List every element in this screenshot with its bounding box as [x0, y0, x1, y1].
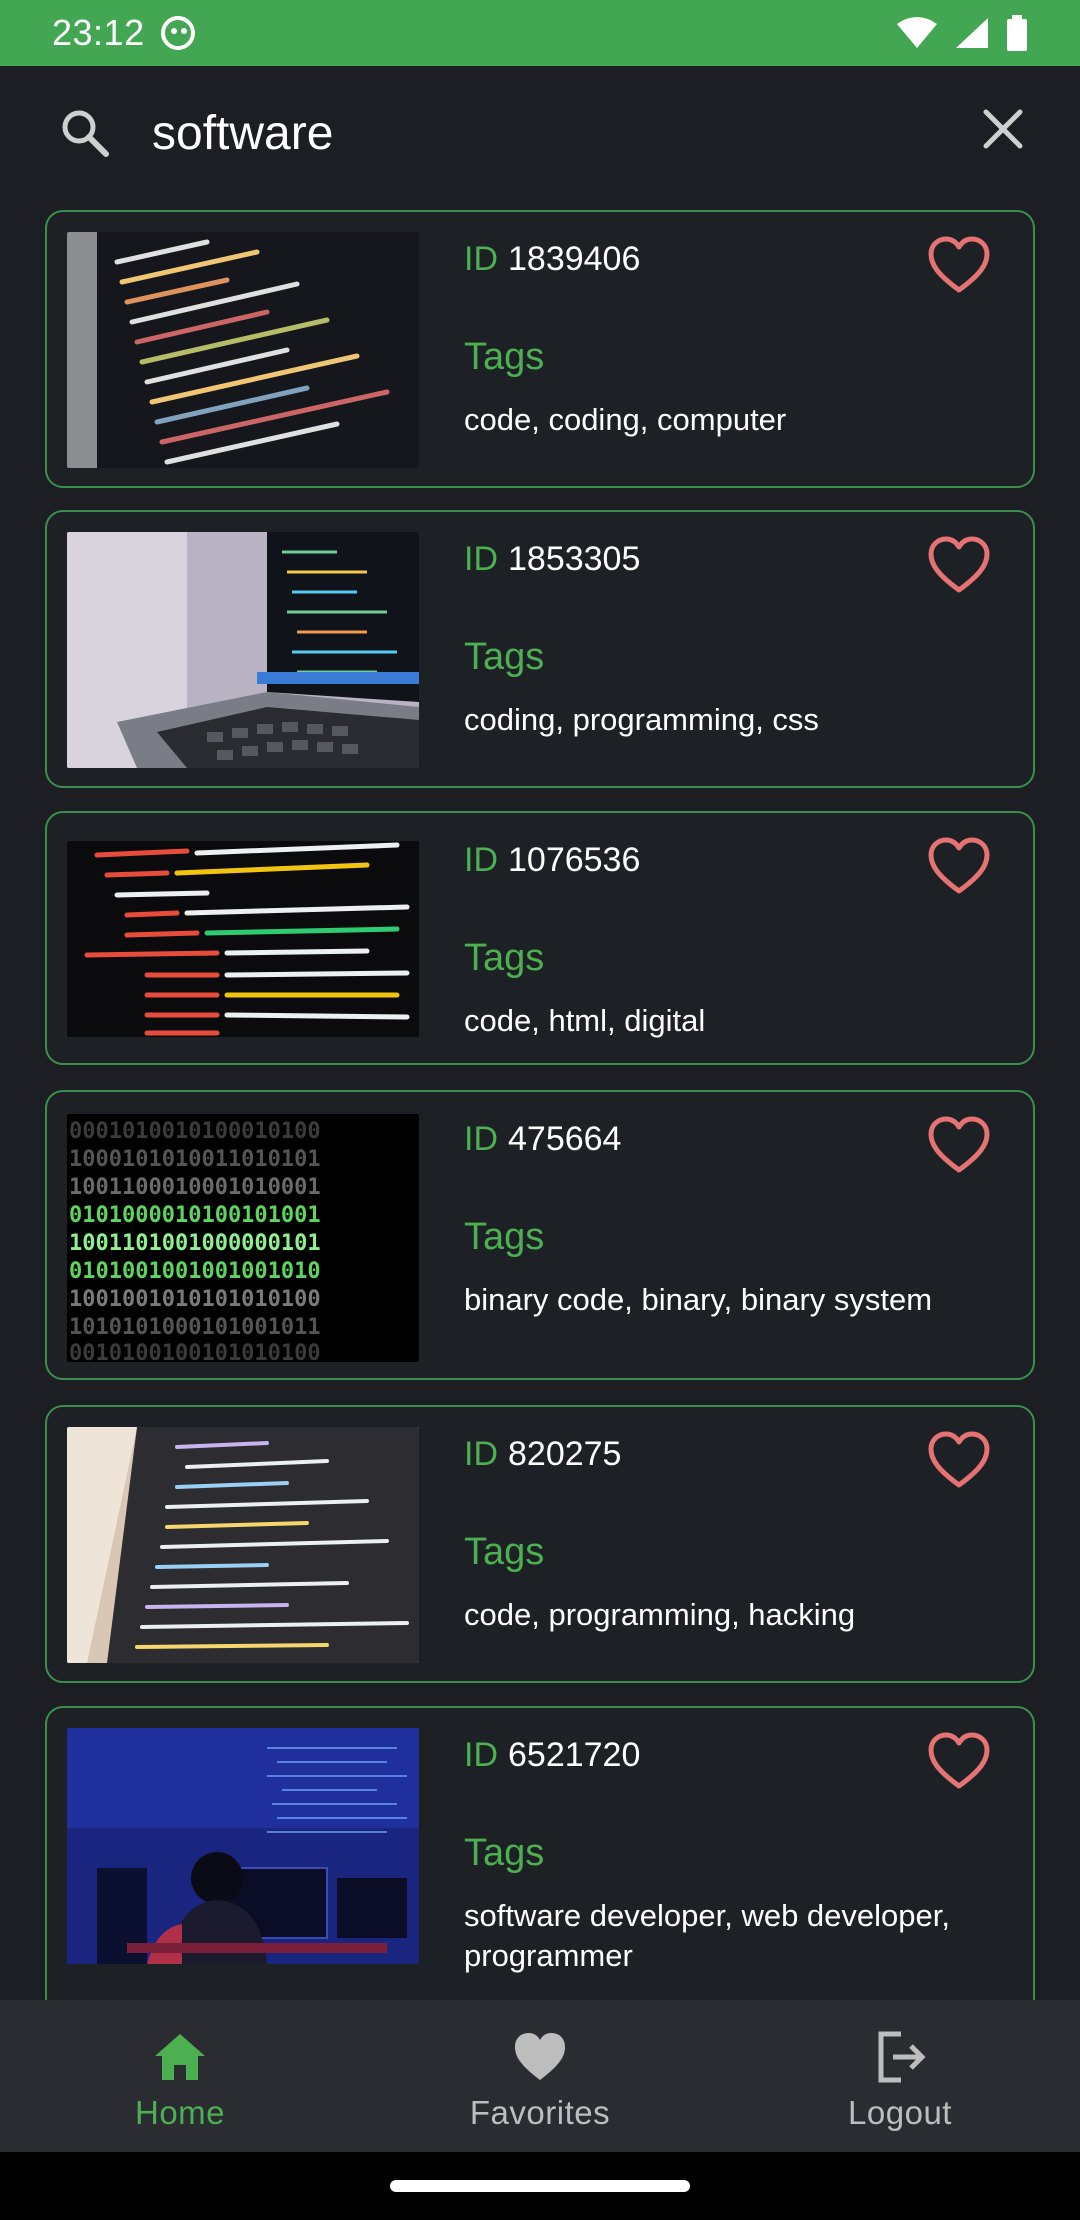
id-value: 475664 — [508, 1120, 622, 1158]
favorite-heart-icon[interactable] — [927, 837, 991, 895]
result-card[interactable]: ID 1839406 Tags code, coding, computer — [45, 210, 1035, 488]
search-icon[interactable] — [58, 106, 112, 160]
thumbnail-image — [67, 1728, 419, 1964]
app-notification-icon — [160, 16, 195, 50]
id-row: ID 1076536 — [464, 841, 640, 880]
svg-text:1001101001000000101: 1001101001000000101 — [69, 1231, 321, 1256]
tags-value: coding, programming, css — [464, 702, 819, 737]
tags-value: software developer, web developer, progr… — [464, 1898, 950, 1973]
heart-icon — [515, 2033, 565, 2080]
search-input[interactable] — [152, 102, 932, 164]
tags-label: Tags — [464, 1531, 545, 1573]
battery-icon — [1007, 15, 1027, 51]
nav-item-logout[interactable]: Logout — [720, 2000, 1080, 2152]
thumbnail-image — [67, 1427, 419, 1663]
tags-label: Tags — [464, 636, 545, 678]
logout-icon — [878, 2031, 926, 2083]
favorite-heart-icon[interactable] — [927, 1732, 991, 1790]
id-value: 1839406 — [508, 240, 641, 278]
id-label: ID — [464, 1736, 498, 1774]
status-bar: 23:12 — [0, 0, 1080, 66]
result-card[interactable]: ID 1076536 Tags code, html, digital — [45, 811, 1035, 1065]
nav-label-logout: Logout — [848, 2094, 952, 2131]
result-card[interactable]: ID 1853305 Tags coding, programming, css — [45, 510, 1035, 788]
result-card[interactable]: 0001010010100010100 1000101010011010101 … — [45, 1090, 1035, 1380]
id-value: 1076536 — [508, 841, 641, 879]
thumbnail-image — [67, 532, 419, 768]
nav-item-home[interactable]: Home — [0, 2000, 360, 2152]
thumbnail-image — [67, 232, 419, 468]
home-icon — [155, 2034, 205, 2080]
id-value: 6521720 — [508, 1736, 641, 1774]
id-row: ID 820275 — [464, 1435, 621, 1474]
nav-item-favorites[interactable]: Favorites — [360, 2000, 720, 2152]
svg-text:1000101010011010101: 1000101010011010101 — [69, 1147, 321, 1172]
status-time: 23:12 — [52, 12, 145, 53]
system-gesture-bar — [0, 2152, 1080, 2220]
wifi-icon — [897, 17, 937, 48]
favorite-heart-icon[interactable] — [927, 1116, 991, 1174]
svg-text:0101000010100101001: 0101000010100101001 — [69, 1203, 321, 1228]
nav-label-favorites: Favorites — [469, 2094, 611, 2131]
result-list[interactable]: ID 1839406 Tags code, coding, computer I… — [0, 198, 1080, 2000]
id-row: ID 6521720 — [464, 1736, 640, 1775]
thumbnail-image: 0001010010100010100 1000101010011010101 … — [67, 1114, 419, 1362]
tags-label: Tags — [464, 937, 545, 979]
id-row: ID 1839406 — [464, 240, 640, 279]
favorite-heart-icon[interactable] — [927, 236, 991, 294]
id-row: ID 475664 — [464, 1120, 621, 1159]
tags-value: binary code, binary, binary system — [464, 1282, 933, 1317]
id-label: ID — [464, 540, 498, 578]
bottom-navigation: Home Favorites Logout — [0, 2000, 1080, 2152]
favorite-heart-icon[interactable] — [927, 536, 991, 594]
result-card[interactable]: ID 820275 Tags code, programming, hacking — [45, 1405, 1035, 1683]
close-icon[interactable] — [978, 104, 1028, 154]
home-gesture-handle[interactable] — [390, 2180, 690, 2192]
svg-text:1010101000101001011: 1010101000101001011 — [69, 1315, 321, 1340]
svg-text:0001010010100010100: 0001010010100010100 — [69, 1119, 321, 1144]
id-label: ID — [464, 1120, 498, 1158]
cellular-signal-icon — [956, 18, 988, 48]
thumbnail-image — [67, 841, 419, 1037]
id-value: 1853305 — [508, 540, 641, 578]
id-label: ID — [464, 240, 498, 278]
id-row: ID 1853305 — [464, 540, 640, 579]
tags-label: Tags — [464, 336, 545, 378]
id-label: ID — [464, 841, 498, 879]
svg-text:1001100010001010001: 1001100010001010001 — [69, 1175, 321, 1200]
id-value: 820275 — [508, 1435, 622, 1473]
svg-text:0101001001001001010: 0101001001001001010 — [69, 1259, 321, 1284]
result-card[interactable]: ID 6521720 Tags software developer, web d… — [45, 1706, 1035, 2000]
tags-label: Tags — [464, 1216, 545, 1258]
tags-value: code, coding, computer — [464, 402, 787, 437]
svg-text:1001001010101010100: 1001001010101010100 — [69, 1287, 321, 1312]
svg-text:0010100100101010100: 0010100100101010100 — [69, 1341, 321, 1362]
tags-label: Tags — [464, 1832, 545, 1874]
id-label: ID — [464, 1435, 498, 1473]
tags-value: code, programming, hacking — [464, 1597, 856, 1632]
favorite-heart-icon[interactable] — [927, 1431, 991, 1489]
nav-label-home: Home — [134, 2094, 226, 2131]
status-icons — [896, 15, 1028, 51]
tags-value: code, html, digital — [464, 1003, 706, 1038]
search-bar — [0, 66, 1080, 198]
